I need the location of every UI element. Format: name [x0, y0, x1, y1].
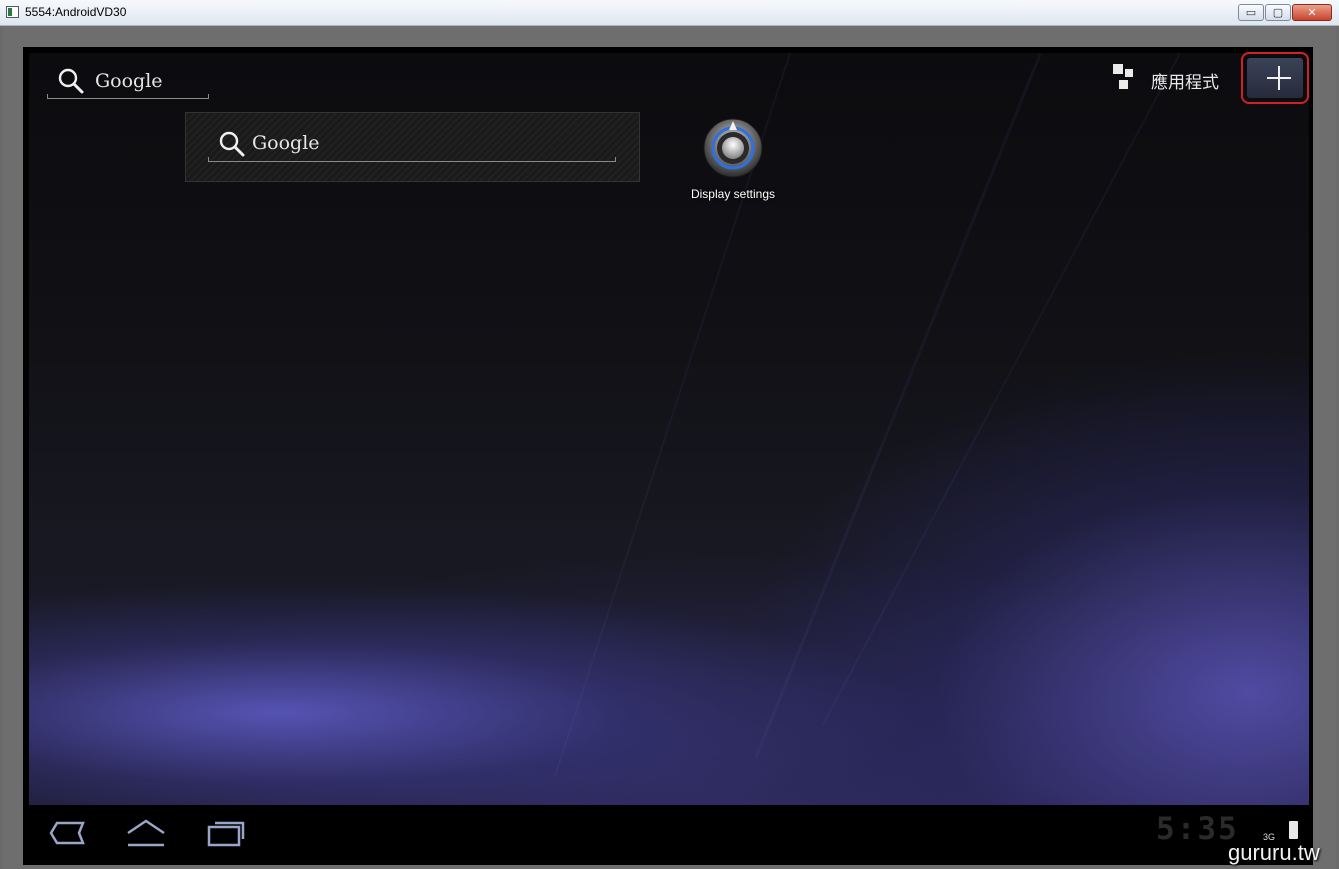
back-icon[interactable]: [45, 815, 87, 851]
plus-icon: [1247, 58, 1303, 98]
shortcut-label: Display settings: [690, 187, 776, 201]
apps-button[interactable]: 應用程式: [1113, 63, 1233, 93]
app-window-icon: [6, 6, 19, 18]
window-titlebar[interactable]: 5554:AndroidVD30 ▭ ▢ ✕: [0, 0, 1339, 26]
widget-search-bar[interactable]: Google: [208, 128, 616, 162]
apps-label: 應用程式: [1151, 73, 1219, 93]
minimize-button[interactable]: ▭: [1238, 4, 1264, 21]
google-widget-label: Google: [252, 132, 320, 154]
search-icon: [58, 68, 84, 94]
top-search-bar[interactable]: Google: [47, 63, 209, 99]
window-controls: ▭ ▢ ✕: [1238, 4, 1332, 21]
display-settings-icon: [703, 118, 763, 178]
apps-grid-icon: [1113, 64, 1141, 92]
system-bar: 5:35 3G: [23, 805, 1313, 865]
google-search-label: Google: [95, 70, 163, 92]
add-widget-button[interactable]: [1241, 52, 1309, 104]
wallpaper-streak: [754, 53, 1042, 759]
search-icon: [219, 131, 245, 157]
close-button[interactable]: ✕: [1292, 4, 1332, 21]
watermark: gururu.tw: [1228, 840, 1320, 865]
display-settings-shortcut[interactable]: Display settings: [673, 117, 793, 207]
home-icon[interactable]: [124, 815, 168, 851]
battery-charging-icon: [1289, 821, 1298, 839]
recent-apps-icon[interactable]: [205, 815, 247, 851]
search-underline: [208, 157, 616, 162]
google-search-widget[interactable]: Google: [185, 112, 640, 182]
maximize-button[interactable]: ▢: [1265, 4, 1291, 21]
window-title: 5554:AndroidVD30: [25, 5, 127, 19]
search-underline: [47, 94, 209, 99]
status-clock: 5:35: [1156, 811, 1239, 847]
android-screen: Google Google Display settings 應用程式 5:35…: [23, 47, 1313, 865]
